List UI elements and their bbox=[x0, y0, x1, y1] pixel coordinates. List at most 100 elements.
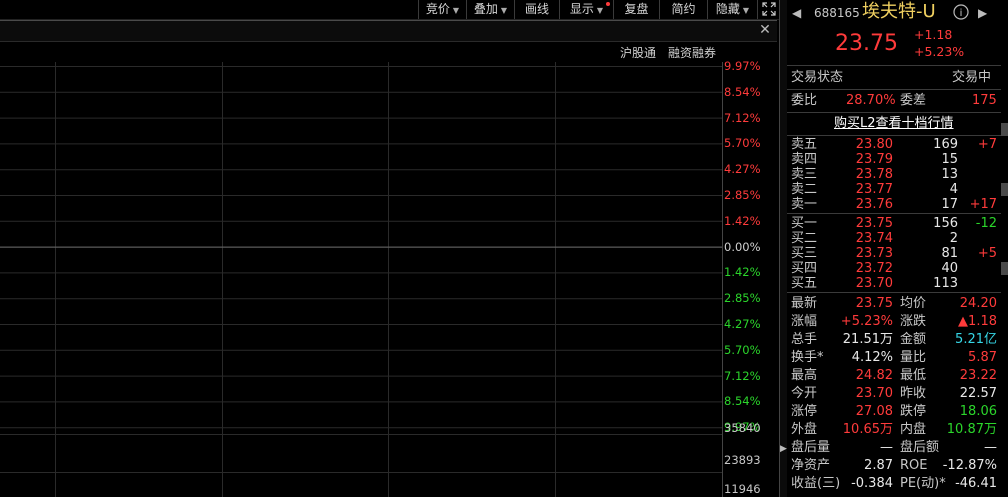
book-level-label: 卖二 bbox=[791, 182, 818, 197]
stat-label: 昨收 bbox=[900, 386, 927, 401]
display-dropdown[interactable]: 显示 ▼ bbox=[559, 0, 613, 19]
stat-value: 2.87 bbox=[864, 458, 893, 473]
chevron-right-icon[interactable]: ▶ bbox=[780, 444, 787, 454]
expand-icon bbox=[761, 2, 776, 16]
stat-label: 外盘 bbox=[791, 422, 818, 437]
book-price: 23.80 bbox=[855, 137, 893, 152]
margin-trading-link[interactable]: 融资融券 bbox=[668, 46, 716, 60]
book-change: +17 bbox=[969, 197, 997, 212]
stat-label: 今开 bbox=[791, 386, 818, 401]
book-price: 23.75 bbox=[855, 216, 893, 231]
stat-value: 18.06 bbox=[959, 404, 997, 419]
display-label: 显示 bbox=[569, 2, 594, 16]
stat-label: 净资产 bbox=[791, 458, 831, 473]
book-volume: 169 bbox=[933, 137, 958, 152]
book-volume: 17 bbox=[941, 197, 958, 212]
stat-label: 金额 bbox=[900, 332, 927, 347]
book-level-label: 卖三 bbox=[791, 167, 818, 182]
stat-value: 23.75 bbox=[855, 296, 893, 311]
pct-tick-label: 8.54% bbox=[724, 394, 761, 409]
pct-tick-label: 7.12% bbox=[724, 368, 761, 383]
stat-value: -0.384 bbox=[851, 476, 893, 491]
intraday-chart[interactable]: 9.97% 8.54% 7.12% 5.70% 4.27% 2.85% 1.42% 0.00%… bbox=[0, 59, 780, 497]
book-change: -12 bbox=[975, 216, 997, 231]
pct-tick-label: 2.85% bbox=[724, 188, 761, 202]
close-icon[interactable]: ✕ bbox=[758, 21, 772, 39]
chevron-down-icon: ▼ bbox=[500, 6, 508, 15]
stat-label: 内盘 bbox=[900, 422, 927, 437]
pct-tick-label: 5.70% bbox=[724, 342, 761, 357]
book-price: 23.72 bbox=[855, 261, 893, 276]
stat-label: 量比 bbox=[900, 350, 927, 365]
stat-value: 23.70 bbox=[855, 386, 893, 401]
price-change: +1.18 bbox=[914, 27, 953, 42]
stat-label: 均价 bbox=[900, 296, 927, 311]
book-volume: 81 bbox=[941, 246, 958, 261]
pct-tick-label: 7.12% bbox=[724, 110, 761, 125]
stat-value: 24.82 bbox=[855, 368, 893, 383]
book-change: +5 bbox=[977, 246, 997, 261]
book-change: +7 bbox=[977, 137, 997, 152]
divider bbox=[787, 89, 1001, 90]
book-volume: 113 bbox=[933, 276, 958, 291]
scroll-marker[interactable] bbox=[1001, 183, 1008, 196]
bidding-label: 竞价 bbox=[425, 2, 450, 16]
fullscreen-button[interactable] bbox=[757, 0, 779, 19]
trade-status-value: 交易中 bbox=[952, 70, 992, 85]
divider bbox=[787, 112, 1001, 113]
pct-tick-label: 8.54% bbox=[724, 84, 761, 99]
price-change-pct: +5.23% bbox=[914, 44, 965, 59]
stat-value: +5.23% bbox=[840, 314, 893, 329]
book-volume: 15 bbox=[941, 152, 958, 167]
stat-label: 涨停 bbox=[791, 404, 818, 419]
book-level-label: 卖五 bbox=[791, 137, 818, 152]
stat-value: 10.87万 bbox=[946, 422, 997, 437]
stat-label: 换手* bbox=[791, 350, 824, 365]
stat-value: — bbox=[880, 440, 893, 455]
simple-button[interactable]: 简约 bbox=[659, 0, 707, 19]
book-price: 23.70 bbox=[855, 276, 893, 291]
divider bbox=[787, 135, 1001, 136]
chevron-down-icon: ▼ bbox=[742, 6, 750, 15]
stat-value: 22.57 bbox=[959, 386, 997, 401]
stat-label: 盘后量 bbox=[791, 440, 831, 455]
notification-dot-icon bbox=[606, 2, 610, 6]
volume-tick-label: 35840 bbox=[724, 421, 761, 435]
stat-value: 4.12% bbox=[851, 350, 893, 365]
chart-toolbar: 竞价 ▼ 叠加 ▼ 画线 显示 ▼ 复盘 简约 隐藏 ▼ bbox=[0, 0, 786, 20]
review-button[interactable]: 复盘 bbox=[613, 0, 659, 19]
stat-value: 24.20 bbox=[959, 296, 997, 311]
bidding-dropdown[interactable]: 竞价 ▼ bbox=[418, 0, 466, 19]
stat-label: ROE bbox=[900, 458, 928, 473]
hide-dropdown[interactable]: 隐藏 ▼ bbox=[707, 0, 757, 19]
scroll-marker[interactable] bbox=[1001, 123, 1008, 136]
book-price: 23.73 bbox=[855, 246, 893, 261]
next-stock-arrow-icon[interactable]: ▶ bbox=[978, 4, 987, 22]
stock-name: 埃夫特-U bbox=[862, 1, 936, 22]
book-volume: 4 bbox=[949, 182, 958, 197]
stat-label: PE(动)* bbox=[900, 476, 946, 491]
book-price: 23.77 bbox=[855, 182, 893, 197]
buy-l2-link[interactable]: 购买L2查看十档行情 bbox=[834, 115, 954, 133]
overlay-dropdown[interactable]: 叠加 ▼ bbox=[466, 0, 514, 19]
book-price: 23.79 bbox=[855, 152, 893, 167]
book-level-label: 买三 bbox=[791, 246, 818, 261]
stat-label: 盘后额 bbox=[900, 440, 940, 455]
stat-value: -46.41 bbox=[955, 476, 997, 491]
hk-connect-link[interactable]: 沪股通 bbox=[620, 46, 656, 60]
order-ratio-value: 28.70% bbox=[846, 93, 896, 108]
book-level-label: 卖四 bbox=[791, 152, 818, 167]
book-level-label: 买一 bbox=[791, 216, 818, 231]
prev-stock-arrow-icon[interactable]: ◀ bbox=[792, 4, 801, 22]
order-diff-value: 175 bbox=[972, 93, 997, 108]
simple-label: 简约 bbox=[671, 2, 696, 16]
chevron-down-icon: ▼ bbox=[596, 6, 604, 15]
draw-line-button[interactable]: 画线 bbox=[514, 0, 559, 19]
book-volume: 40 bbox=[941, 261, 958, 276]
last-price: 23.75 bbox=[835, 31, 898, 56]
chevron-down-icon: ▼ bbox=[452, 6, 460, 15]
info-icon[interactable]: i bbox=[953, 4, 969, 22]
scroll-marker[interactable] bbox=[1001, 262, 1008, 275]
divider bbox=[787, 65, 1001, 66]
stat-value: 10.65万 bbox=[842, 422, 893, 437]
